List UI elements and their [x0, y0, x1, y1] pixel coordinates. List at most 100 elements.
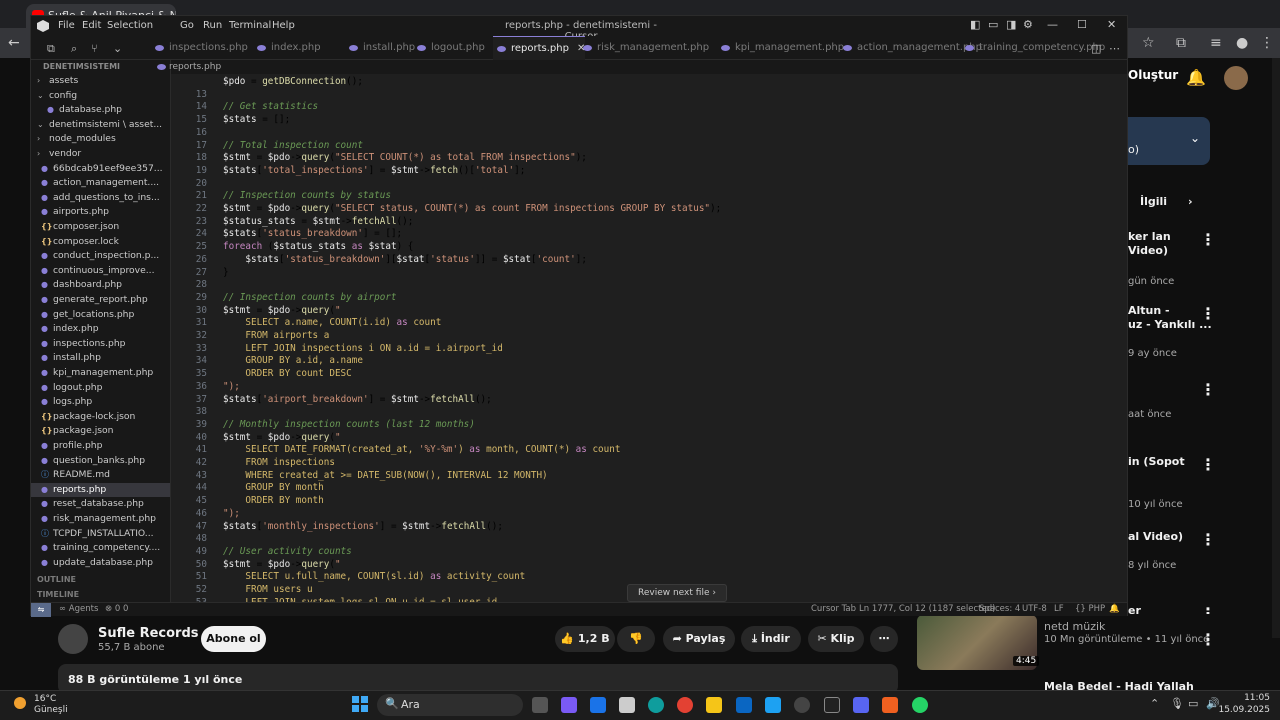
- explorer-icon[interactable]: ⧉: [47, 42, 55, 56]
- indentation-status[interactable]: Spaces: 4: [979, 604, 1020, 614]
- remote-icon[interactable]: ⇋: [31, 603, 51, 617]
- explorer-root-folder[interactable]: DENETIMSISTEMI: [43, 62, 120, 71]
- reading-list-icon[interactable]: ≡: [1210, 35, 1222, 51]
- tree-item-conduct_inspection-p-[interactable]: ● conduct_inspection.p...: [31, 249, 170, 263]
- code-line[interactable]: 51 SELECT u.full_name, COUNT(sl.id) as a…: [171, 571, 1127, 584]
- agents-status[interactable]: ∞ Agents: [59, 604, 98, 614]
- tray-chevron-icon[interactable]: ⌃: [1150, 697, 1159, 710]
- back-arrow-icon[interactable]: ←: [8, 35, 20, 51]
- tree-item-kpi_management-php[interactable]: ● kpi_management.php: [31, 366, 170, 380]
- tree-item-logout-php[interactable]: ● logout.php: [31, 381, 170, 395]
- toggle-secondary-sidebar-icon[interactable]: ◨: [1006, 18, 1016, 31]
- maximize-icon[interactable]: ☐: [1077, 18, 1087, 31]
- toggle-panel-icon[interactable]: ▭: [988, 18, 998, 31]
- tab-install-php[interactable]: install.php: [345, 36, 415, 60]
- code-line[interactable]: 42 FROM inspections: [171, 457, 1127, 470]
- review-next-file-button[interactable]: Review next file ›: [627, 584, 727, 602]
- code-line[interactable]: 50 $stmt = $pdo->query(": [171, 559, 1127, 572]
- video-more-icon[interactable]: ⋮: [1200, 455, 1216, 474]
- code-line[interactable]: 17 // Total inspection count: [171, 140, 1127, 153]
- suggested-channel[interactable]: netd müzik: [1044, 620, 1105, 633]
- code-line[interactable]: 29 // Inspection counts by airport: [171, 292, 1127, 305]
- code-line[interactable]: 26 $stats['status_breakdown'][$stat['sta…: [171, 254, 1127, 267]
- code-line[interactable]: 37 $stats['airport_breakdown'] = $stmt->f…: [171, 394, 1127, 407]
- code-line[interactable]: 45 ORDER BY month: [171, 495, 1127, 508]
- clip-button[interactable]: ✂ Klip: [808, 626, 864, 652]
- source-control-icon[interactable]: ⑂: [91, 42, 98, 55]
- suggested-more-icon[interactable]: ⋮: [1200, 630, 1216, 649]
- tree-item-index-php[interactable]: ● index.php: [31, 322, 170, 336]
- tab-kpi_management-php[interactable]: kpi_management.php: [717, 36, 844, 60]
- subscribe-button[interactable]: Abone ol: [201, 626, 266, 652]
- related-video-title[interactable]: Altun -: [1128, 304, 1170, 317]
- tree-item-66bdcab91eef9ee357-[interactable]: ● 66bdcab91eef9ee357...: [31, 162, 170, 176]
- code-line[interactable]: 39 // Monthly inspection counts (last 12 …: [171, 419, 1127, 432]
- tree-item-database-php[interactable]: ● database.php: [31, 103, 170, 117]
- video-more-icon[interactable]: ⋮: [1200, 230, 1216, 249]
- chevron-down-icon[interactable]: ⌄: [113, 42, 122, 55]
- tree-item-reports-php[interactable]: ● reports.php: [31, 482, 170, 497]
- code-line[interactable]: 30 $stmt = $pdo->query(": [171, 305, 1127, 318]
- youtube-account-avatar[interactable]: [1224, 66, 1248, 90]
- sun-icon[interactable]: [14, 697, 26, 709]
- download-button[interactable]: ⤓ İndir: [741, 626, 801, 652]
- menu-edit[interactable]: Edit: [82, 20, 101, 31]
- create-button[interactable]: Oluştur: [1128, 68, 1178, 82]
- microphone-icon[interactable]: 🎙: [1170, 697, 1184, 710]
- chrome-icon[interactable]: [677, 697, 693, 713]
- github-icon[interactable]: [794, 697, 810, 713]
- tree-item-profile-php[interactable]: ● profile.php: [31, 439, 170, 453]
- like-button[interactable]: 👍 1,2 B: [555, 626, 615, 652]
- tree-item-add_questions_to_ins-[interactable]: ● add_questions_to_ins...: [31, 191, 170, 205]
- timeline-section[interactable]: TIMELINE: [37, 590, 79, 599]
- dislike-button[interactable]: 👎: [617, 626, 655, 652]
- tree-item-composer-lock[interactable]: {}composer.lock: [31, 235, 170, 249]
- page-scrollbar[interactable]: [1272, 58, 1280, 638]
- code-line[interactable]: 16: [171, 127, 1127, 140]
- code-line[interactable]: 46 ");: [171, 508, 1127, 521]
- code-line[interactable]: 27}: [171, 267, 1127, 280]
- code-line[interactable]: 47 $stats['monthly_inspections'] = $stmt-…: [171, 521, 1127, 534]
- tree-item-question_banks-php[interactable]: ● question_banks.php: [31, 454, 170, 468]
- toggle-sidebar-icon[interactable]: ◧: [970, 18, 980, 31]
- code-line[interactable]: 25 foreach ($status_stats as $stat) {: [171, 241, 1127, 254]
- task-view-icon[interactable]: [532, 697, 548, 713]
- tree-item-reset_database-php[interactable]: ● reset_database.php: [31, 497, 170, 511]
- tree-item-install-php[interactable]: ● install.php: [31, 351, 170, 365]
- tree-item-update_database-php[interactable]: ● update_database.php: [31, 556, 170, 570]
- menu-file[interactable]: File: [58, 20, 75, 31]
- tree-item-action_management-[interactable]: ● action_management....: [31, 176, 170, 190]
- chevron-right-icon[interactable]: ›: [1188, 195, 1193, 208]
- code-line[interactable]: 44 GROUP BY month: [171, 482, 1127, 495]
- more-actions-button[interactable]: ⋯: [870, 626, 898, 652]
- tree-item-training_competency-[interactable]: ● training_competency....: [31, 541, 170, 555]
- tab-training_competency-php[interactable]: training_competency.php: [961, 36, 1105, 60]
- search-icon[interactable]: ⌕: [71, 42, 77, 56]
- tree-item-denetimsistemi-asset-[interactable]: ⌄ denetimsistemi \ asset...: [31, 118, 170, 132]
- tree-item-risk_management-php[interactable]: ● risk_management.php: [31, 512, 170, 526]
- code-line[interactable]: 36 ");: [171, 381, 1127, 394]
- code-line[interactable]: 40 $stmt = $pdo->query(": [171, 432, 1127, 445]
- channel-avatar[interactable]: [58, 624, 88, 654]
- tab-risk_management-php[interactable]: risk_management.php: [579, 36, 709, 60]
- tab-reports-php[interactable]: reports.php ✕: [493, 36, 586, 60]
- copilot-icon[interactable]: [561, 697, 577, 713]
- code-line[interactable]: 33 LEFT JOIN inspections i ON a.id = i.a…: [171, 343, 1127, 356]
- code-line[interactable]: 22 $stmt = $pdo->query("SELECT status, CO…: [171, 203, 1127, 216]
- cursor-app-icon[interactable]: [824, 697, 840, 713]
- tree-item-get_locations-php[interactable]: ● get_locations.php: [31, 308, 170, 322]
- related-video-title[interactable]: al Video): [1128, 530, 1183, 543]
- network-icon[interactable]: ▭: [1188, 697, 1198, 710]
- notifications-icon[interactable]: 🔔: [1109, 604, 1120, 614]
- channel-name[interactable]: Sufle Records: [98, 626, 199, 641]
- extensions-icon[interactable]: ⧉: [1176, 35, 1186, 51]
- whatsapp-icon[interactable]: [912, 697, 928, 713]
- discord-icon[interactable]: [853, 697, 869, 713]
- video-more-icon[interactable]: ⋮: [1200, 530, 1216, 549]
- menu-selection[interactable]: Selection: [107, 20, 153, 31]
- menu-run[interactable]: Run: [203, 20, 222, 31]
- split-editor-icon[interactable]: ◫: [1091, 42, 1101, 55]
- promo-card[interactable]: o) ⌄: [1128, 117, 1210, 165]
- close-window-icon[interactable]: ✕: [1107, 18, 1116, 31]
- code-editor[interactable]: $pdo = getDBConnection(); 13 14 // Get stat…: [171, 74, 1127, 610]
